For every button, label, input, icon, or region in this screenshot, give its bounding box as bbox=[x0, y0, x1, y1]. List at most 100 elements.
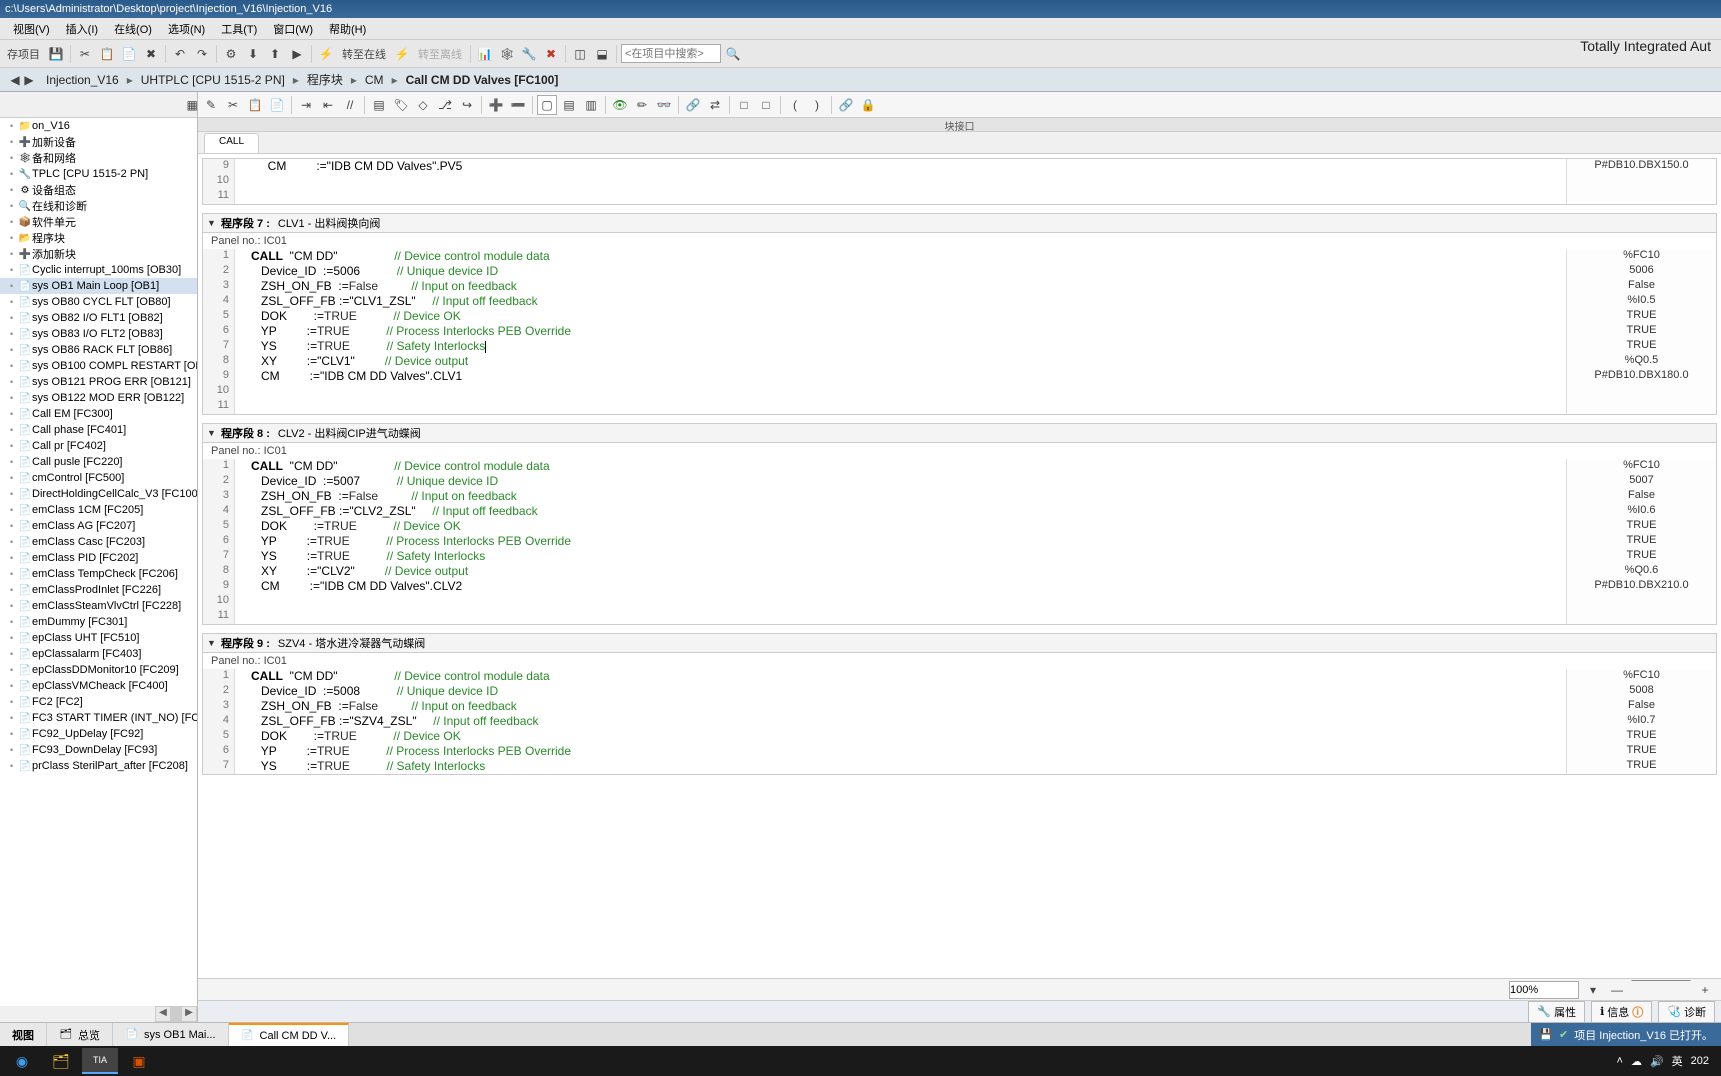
sidebar-item-31[interactable]: •📄emDummy [FC301] bbox=[0, 614, 198, 630]
menu-view[interactable]: 视图(V) bbox=[5, 21, 58, 37]
network-icon[interactable]: 🕸 bbox=[497, 44, 517, 64]
upload-icon[interactable]: ⬆ bbox=[265, 44, 285, 64]
tab-diagnostics[interactable]: 🩺诊断 bbox=[1658, 1001, 1715, 1023]
ed-add-icon[interactable]: ➕ bbox=[486, 95, 506, 115]
go-offline-button[interactable]: 转至离线 bbox=[414, 46, 466, 62]
bc-0[interactable]: Injection_V16 bbox=[46, 73, 119, 87]
zoom-out-icon[interactable]: — bbox=[1607, 980, 1627, 1000]
sidebar-item-29[interactable]: •📄emClassProdInlet [FC226] bbox=[0, 582, 198, 598]
zoom-in-icon[interactable]: + bbox=[1695, 980, 1715, 1000]
copy-icon[interactable]: 📋 bbox=[97, 44, 117, 64]
sidebar-item-40[interactable]: •📄prClass SterilPart_after [FC208] bbox=[0, 758, 198, 774]
zoom-slider[interactable] bbox=[1631, 980, 1691, 1000]
sidebar-item-5[interactable]: •🔍在线和诊断 bbox=[0, 198, 198, 214]
sidebar-item-37[interactable]: •📄FC3 START TIMER (INT_NO) [FC3] bbox=[0, 710, 198, 726]
search-icon[interactable]: 🔍 bbox=[723, 44, 743, 64]
sidebar-item-18[interactable]: •📄Call EM [FC300] bbox=[0, 406, 198, 422]
sidebar-item-25[interactable]: •📄emClass AG [FC207] bbox=[0, 518, 198, 534]
bc-3[interactable]: CM bbox=[365, 73, 384, 87]
edge-icon[interactable]: ◉ bbox=[4, 1048, 40, 1074]
bc-back-icon[interactable]: ◀ bbox=[8, 70, 22, 90]
split-h-icon[interactable]: ◫ bbox=[570, 44, 590, 64]
sidebar-item-26[interactable]: •📄emClass Casc [FC203] bbox=[0, 534, 198, 550]
sidebar-item-35[interactable]: •📄epClassVMCheack [FC400] bbox=[0, 678, 198, 694]
code-block[interactable]: 1234567891011 CALL "CM DD" // Device con… bbox=[202, 249, 1717, 415]
sim-icon[interactable]: ▶ bbox=[287, 44, 307, 64]
network-header[interactable]: ▼程序段 7 :CLV1 - 出料阀换向阀 bbox=[202, 213, 1717, 233]
sidebar-item-6[interactable]: •📦软件单元 bbox=[0, 214, 198, 230]
project-tree-list[interactable]: •📁on_V16•➕加新设备•🕸备和网络•🔧TPLC [CPU 1515-2 P… bbox=[0, 118, 198, 1006]
code-content[interactable]: CM :="IDB CM DD Valves".PV5 bbox=[235, 159, 1566, 204]
ed-monitor-icon[interactable]: 👁 bbox=[610, 95, 630, 115]
ed-copy-icon[interactable]: 📋 bbox=[245, 95, 265, 115]
sidebar-item-2[interactable]: •🕸备和网络 bbox=[0, 150, 198, 166]
network-header[interactable]: ▼程序段 9 :SZV4 - 塔水进冷凝器气动蝶阀 bbox=[202, 633, 1717, 653]
go-offline-icon[interactable]: ⚡ bbox=[392, 44, 412, 64]
ed-view1-icon[interactable]: ▢ bbox=[537, 95, 557, 115]
network-header[interactable]: ▼程序段 8 :CLV2 - 出料阀CIP进气动蝶阀 bbox=[202, 423, 1717, 443]
save-project-button[interactable]: 存项目 bbox=[3, 46, 44, 62]
sidebar-item-4[interactable]: •⚙设备组态 bbox=[0, 182, 198, 198]
zoom-select[interactable] bbox=[1509, 981, 1579, 999]
compile-icon[interactable]: ⚙ bbox=[221, 44, 241, 64]
bottom-tab-1[interactable]: 📄sys OB1 Mai... bbox=[113, 1023, 229, 1046]
tab-properties[interactable]: 🔧属性 bbox=[1528, 1001, 1585, 1023]
sidebar-item-21[interactable]: •📄Call pusle [FC220] bbox=[0, 454, 198, 470]
menu-options[interactable]: 选项(N) bbox=[160, 21, 213, 37]
sidebar-item-11[interactable]: •📄sys OB80 CYCL FLT [OB80] bbox=[0, 294, 198, 310]
ed-t2-icon[interactable]: □ bbox=[756, 95, 776, 115]
sidebar-item-9[interactable]: •📄Cyclic interrupt_100ms [OB30] bbox=[0, 262, 198, 278]
menu-online[interactable]: 在线(O) bbox=[106, 21, 160, 37]
sidebar-item-1[interactable]: •➕加新设备 bbox=[0, 134, 198, 150]
bc-1[interactable]: UHTPLC [CPU 1515-2 PN] bbox=[141, 73, 285, 87]
topology-icon[interactable]: 📊 bbox=[475, 44, 495, 64]
sidebar-item-22[interactable]: •📄cmControl [FC500] bbox=[0, 470, 198, 486]
cut-icon[interactable]: ✂ bbox=[75, 44, 95, 64]
delete-icon[interactable]: ✖ bbox=[141, 44, 161, 64]
menu-help[interactable]: 帮助(H) bbox=[321, 21, 374, 37]
code-block-prefix[interactable]: 91011 CM :="IDB CM DD Valves".PV5P#DB10.… bbox=[202, 158, 1717, 205]
ed-close-icon[interactable]: ) bbox=[807, 95, 827, 115]
bc-2[interactable]: 程序块 bbox=[307, 71, 343, 88]
ed-link-icon[interactable]: 🔗 bbox=[836, 95, 856, 115]
tray-up-icon[interactable]: ˄ bbox=[1617, 1055, 1623, 1067]
powerpoint-icon[interactable]: ▣ bbox=[121, 1048, 157, 1074]
ed-open-icon[interactable]: ( bbox=[785, 95, 805, 115]
sidebar-item-27[interactable]: •📄emClass PID [FC202] bbox=[0, 550, 198, 566]
redo-icon[interactable]: ↷ bbox=[192, 44, 212, 64]
ed-jump-icon[interactable]: ↪ bbox=[457, 95, 477, 115]
sidebar-item-33[interactable]: •📄epClassalarm [FC403] bbox=[0, 646, 198, 662]
paste-icon[interactable]: 📄 bbox=[119, 44, 139, 64]
sidebar-item-10[interactable]: •📄sys OB1 Main Loop [OB1] bbox=[0, 278, 198, 294]
ed-lock-icon[interactable]: 🔒 bbox=[858, 95, 878, 115]
undo-icon[interactable]: ↶ bbox=[170, 44, 190, 64]
bc-fwd-icon[interactable]: ▶ bbox=[22, 70, 36, 90]
menu-window[interactable]: 窗口(W) bbox=[265, 21, 321, 37]
ed-indent-icon[interactable]: ⇥ bbox=[296, 95, 316, 115]
sidebar-item-34[interactable]: •📄epClassDDMonitor10 [FC209] bbox=[0, 662, 198, 678]
menu-tools[interactable]: 工具(T) bbox=[213, 21, 265, 37]
ed-network-icon[interactable]: ▤ bbox=[369, 95, 389, 115]
save-icon[interactable]: 💾 bbox=[46, 44, 66, 64]
download-icon[interactable]: ⬇ bbox=[243, 44, 263, 64]
sidebar-item-36[interactable]: •📄FC2 [FC2] bbox=[0, 694, 198, 710]
sidebar-item-7[interactable]: •📂程序块 bbox=[0, 230, 198, 246]
menu-insert[interactable]: 插入(I) bbox=[58, 21, 106, 37]
sidebar-item-30[interactable]: •📄emClassSteamVlvCtrl [FC228] bbox=[0, 598, 198, 614]
tray-ime[interactable]: 英 bbox=[1672, 1053, 1683, 1069]
ed-comment-icon[interactable]: // bbox=[340, 95, 360, 115]
bottom-tab-0[interactable]: 🗂总览 bbox=[47, 1023, 113, 1046]
sidebar-item-19[interactable]: •📄Call phase [FC401] bbox=[0, 422, 198, 438]
scroll-right-icon[interactable]: ▶ bbox=[181, 1006, 197, 1022]
tray-clock[interactable]: 202 bbox=[1691, 1055, 1709, 1067]
collapse-icon[interactable]: ▼ bbox=[207, 218, 221, 228]
ed-view3-icon[interactable]: ▥ bbox=[581, 95, 601, 115]
close-icon[interactable]: ✖ bbox=[541, 44, 561, 64]
editor-body[interactable]: 91011 CM :="IDB CM DD Valves".PV5P#DB10.… bbox=[198, 154, 1721, 978]
tray-speaker-icon[interactable]: 🔊 bbox=[1650, 1055, 1664, 1068]
ed-paste-icon[interactable]: 📄 bbox=[267, 95, 287, 115]
ed-modify-icon[interactable]: ✏ bbox=[632, 95, 652, 115]
tray-cloud-icon[interactable]: ☁ bbox=[1631, 1055, 1642, 1068]
ed-insert-icon[interactable]: ✎ bbox=[201, 95, 221, 115]
device-icon[interactable]: 🔧 bbox=[519, 44, 539, 64]
